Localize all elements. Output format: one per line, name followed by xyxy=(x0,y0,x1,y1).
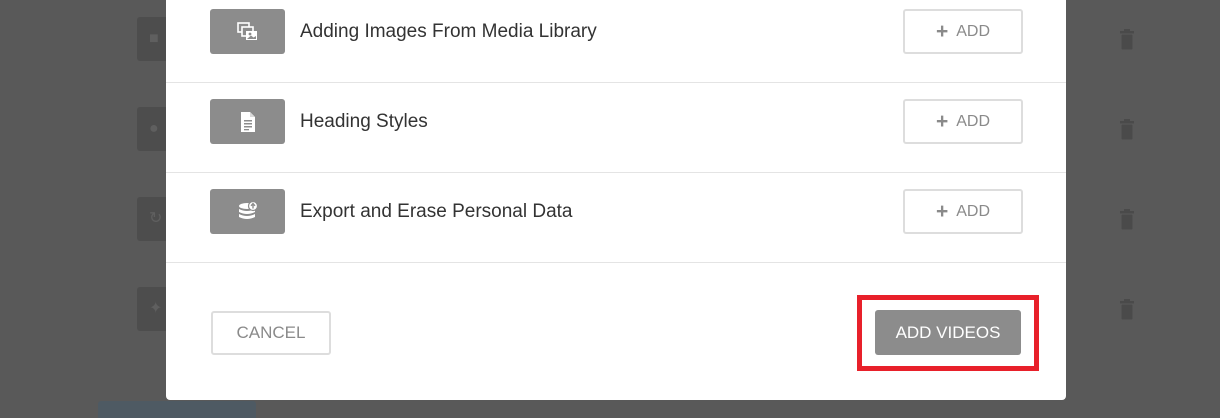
background-item-icon: ■ xyxy=(137,17,166,61)
add-button-label: ADD xyxy=(956,202,991,220)
trash-icon xyxy=(1120,209,1134,230)
item-title: Heading Styles xyxy=(300,111,428,132)
add-videos-button[interactable]: ADD VIDEOS xyxy=(875,310,1021,355)
images-icon xyxy=(237,22,257,40)
document-icon xyxy=(241,112,255,132)
plus-icon: + xyxy=(935,109,949,133)
background-button xyxy=(98,401,256,418)
item-type-badge xyxy=(210,99,285,144)
add-item-button[interactable]: + ADD xyxy=(903,189,1023,234)
trash-icon xyxy=(1120,299,1134,320)
list-item: Export and Erase Personal Data + ADD xyxy=(166,173,1066,263)
database-export-icon xyxy=(239,200,259,219)
add-item-button[interactable]: + ADD xyxy=(903,99,1023,144)
background-item-icon: ↻ xyxy=(137,197,166,241)
cancel-button[interactable]: CANCEL xyxy=(211,311,331,355)
modal-footer: CANCEL ADD VIDEOS xyxy=(166,265,1066,400)
list-item: Adding Images From Media Library + ADD xyxy=(166,0,1066,83)
plus-icon: + xyxy=(935,19,949,43)
list-item: Heading Styles + ADD xyxy=(166,83,1066,173)
item-title: Adding Images From Media Library xyxy=(300,21,597,42)
item-type-badge xyxy=(210,189,285,234)
trash-icon xyxy=(1120,29,1134,50)
add-videos-modal: Adding Images From Media Library + ADD H… xyxy=(166,0,1066,400)
background-item-icon: ● xyxy=(137,107,166,151)
item-title: Export and Erase Personal Data xyxy=(300,201,573,222)
background-item-icon: ✦ xyxy=(137,287,166,331)
add-item-button[interactable]: + ADD xyxy=(903,9,1023,54)
add-button-label: ADD xyxy=(956,22,991,40)
trash-icon xyxy=(1120,119,1134,140)
plus-icon: + xyxy=(935,199,949,223)
add-button-label: ADD xyxy=(956,112,991,130)
item-type-badge xyxy=(210,9,285,54)
